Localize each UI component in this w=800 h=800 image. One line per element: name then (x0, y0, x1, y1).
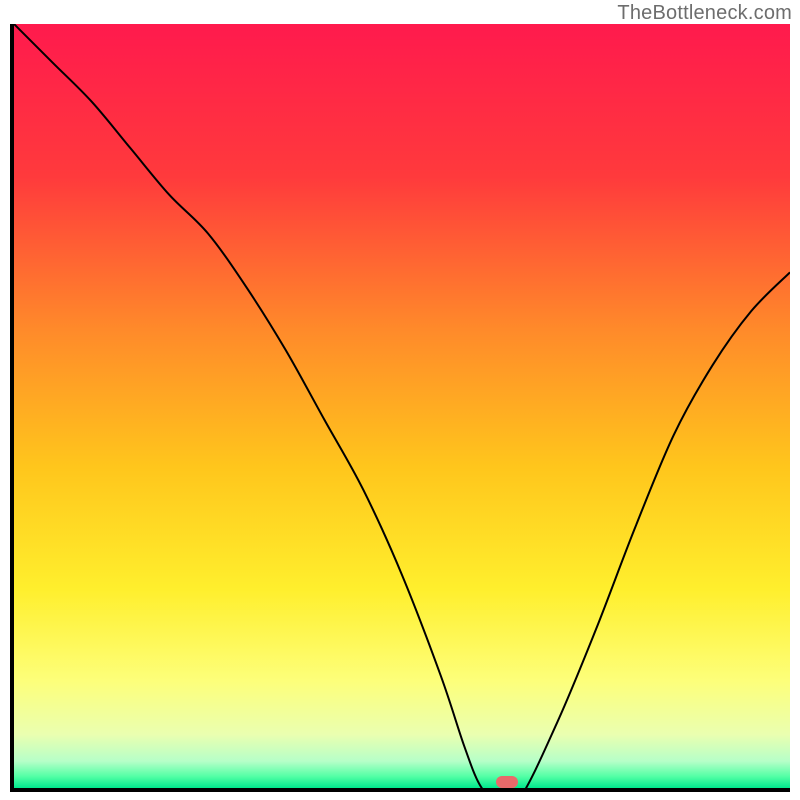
bottleneck-curve (14, 24, 790, 792)
watermark-text: TheBottleneck.com (617, 2, 792, 25)
chart-frame: TheBottleneck.com (0, 0, 800, 800)
plot-area (10, 24, 790, 792)
optimal-marker (496, 776, 518, 788)
